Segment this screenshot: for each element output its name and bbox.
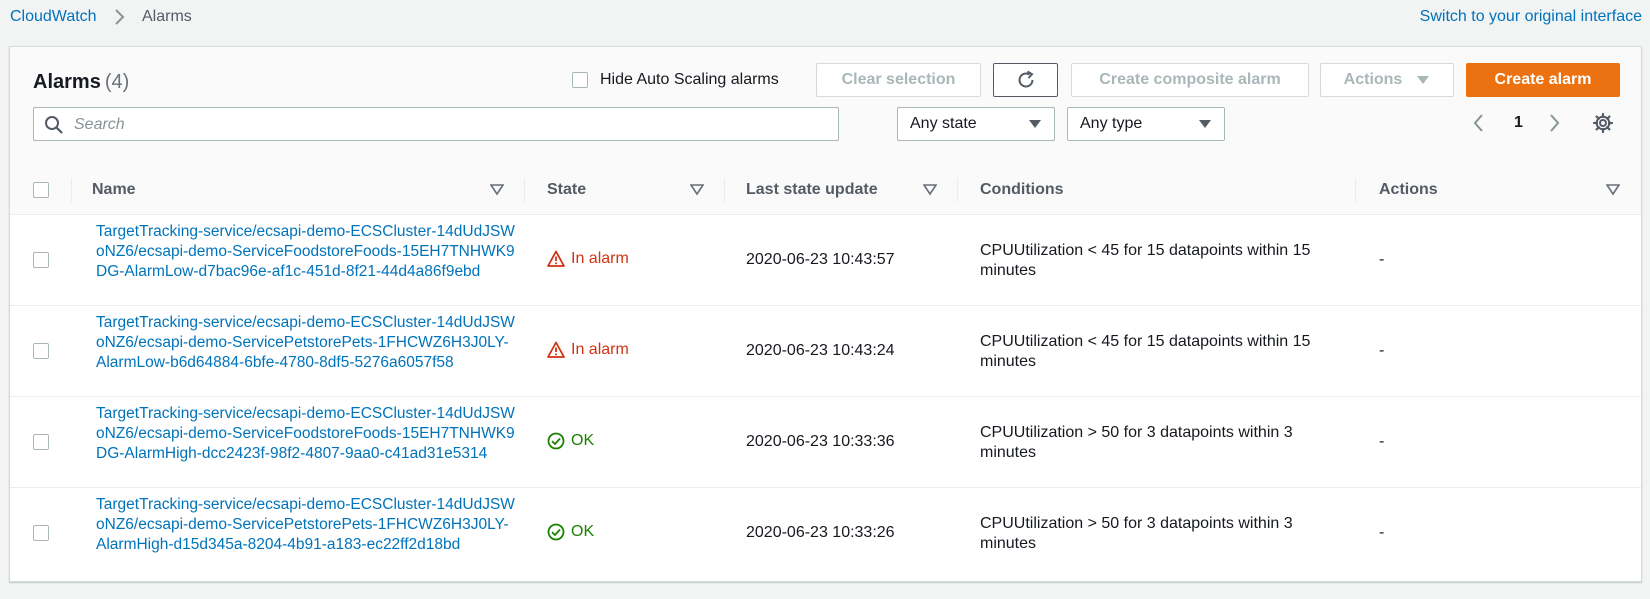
check-circle-icon	[547, 432, 565, 450]
conditions-cell: CPUUtilization > 50 for 3 datapoints wit…	[980, 424, 1293, 461]
state-cell: OK	[547, 432, 594, 450]
current-page[interactable]: 1	[1514, 114, 1523, 132]
sort-caret-icon[interactable]	[923, 184, 937, 196]
caret-down-icon	[1199, 120, 1211, 128]
alarm-name-link[interactable]: TargetTracking-service/ecsapi-demo-ECSCl…	[96, 404, 516, 464]
conditions-cell: CPUUtilization < 45 for 15 datapoints wi…	[980, 242, 1311, 279]
alarm-name-link[interactable]: TargetTracking-service/ecsapi-demo-ECSCl…	[96, 313, 516, 373]
hide-autoscaling-checkbox[interactable]	[572, 72, 588, 88]
actions-cell: -	[1379, 251, 1385, 268]
breadcrumb-current: Alarms	[142, 8, 192, 25]
column-header-actions[interactable]: Actions	[1379, 165, 1438, 215]
page-title: Alarms (4)	[33, 71, 129, 94]
table-row[interactable]: TargetTracking-service/ecsapi-demo-ECSCl…	[10, 488, 1641, 579]
column-header-conditions: Conditions	[980, 181, 1064, 198]
column-header-name[interactable]: Name	[92, 165, 136, 215]
breadcrumb-bar: CloudWatch Alarms Switch to your origina…	[0, 0, 1650, 40]
sort-caret-icon[interactable]	[690, 184, 704, 196]
refresh-button[interactable]	[993, 63, 1058, 97]
sort-caret-icon[interactable]	[490, 184, 504, 196]
search-input[interactable]	[72, 110, 816, 140]
panel-header: Alarms (4) Hide Auto Scaling alarms Clear…	[10, 47, 1641, 166]
create-composite-alarm-button[interactable]: Create composite alarm	[1071, 63, 1309, 97]
table-row[interactable]: TargetTracking-service/ecsapi-demo-ECSCl…	[10, 397, 1641, 488]
refresh-icon	[1018, 70, 1034, 88]
column-divider	[1355, 178, 1356, 202]
type-filter-value: Any type	[1080, 115, 1143, 132]
column-divider	[524, 178, 525, 202]
column-divider	[957, 178, 958, 202]
hide-autoscaling-toggle[interactable]: Hide Auto Scaling alarms	[572, 71, 779, 89]
table-row[interactable]: TargetTracking-service/ecsapi-demo-ECSCl…	[10, 215, 1641, 306]
row-checkbox[interactable]	[33, 343, 49, 359]
switch-interface-link[interactable]: Switch to your original interface	[1420, 8, 1642, 26]
state-label: In alarm	[571, 250, 629, 267]
breadcrumb-cloudwatch-link[interactable]: CloudWatch	[10, 8, 97, 26]
title-text: Alarms	[33, 71, 101, 93]
caret-down-icon	[1417, 76, 1430, 84]
last-update-cell: 2020-06-23 10:43:24	[746, 342, 895, 359]
sort-caret-icon[interactable]	[1606, 184, 1620, 196]
actions-dropdown-button[interactable]: Actions	[1320, 63, 1454, 97]
state-cell: OK	[547, 523, 594, 541]
warning-icon	[547, 250, 565, 267]
row-checkbox[interactable]	[33, 525, 49, 541]
last-update-cell: 2020-06-23 10:33:36	[746, 433, 895, 450]
column-divider	[724, 178, 725, 202]
column-divider	[71, 178, 72, 202]
state-cell: In alarm	[547, 341, 629, 359]
row-checkbox[interactable]	[33, 252, 49, 268]
caret-down-icon	[1029, 120, 1041, 128]
search-icon	[45, 116, 63, 134]
hide-autoscaling-label: Hide Auto Scaling alarms	[600, 71, 779, 88]
column-header-state[interactable]: State	[547, 165, 586, 215]
state-label: OK	[571, 523, 595, 540]
alarms-panel: Alarms (4) Hide Auto Scaling alarms Clear…	[9, 46, 1642, 582]
table-row[interactable]: TargetTracking-service/ecsapi-demo-ECSCl…	[10, 306, 1641, 397]
select-all-checkbox[interactable]	[33, 182, 49, 198]
chevron-right-icon	[115, 9, 125, 25]
warning-icon	[547, 341, 565, 358]
table-header: Name State Last state update Conditions …	[10, 165, 1641, 215]
clear-selection-button[interactable]: Clear selection	[816, 63, 981, 97]
gear-icon[interactable]	[1592, 112, 1614, 134]
actions-cell: -	[1379, 433, 1385, 450]
actions-label: Actions	[1343, 71, 1403, 88]
chevron-left-icon[interactable]	[1471, 112, 1487, 134]
check-circle-icon	[547, 523, 565, 541]
state-filter-select[interactable]: Any state	[897, 107, 1055, 141]
search-box[interactable]	[33, 107, 839, 141]
create-alarm-button[interactable]: Create alarm	[1466, 63, 1620, 97]
column-header-last-update[interactable]: Last state update	[746, 165, 878, 215]
conditions-cell: CPUUtilization > 50 for 3 datapoints wit…	[980, 515, 1293, 552]
row-checkbox[interactable]	[33, 434, 49, 450]
actions-cell: -	[1379, 342, 1385, 359]
alarm-count: (4)	[104, 71, 130, 93]
state-filter-value: Any state	[910, 115, 977, 132]
chevron-right-icon[interactable]	[1546, 112, 1562, 134]
conditions-cell: CPUUtilization < 45 for 15 datapoints wi…	[980, 333, 1311, 370]
state-cell: In alarm	[547, 250, 629, 268]
last-update-cell: 2020-06-23 10:33:26	[746, 524, 895, 541]
alarm-name-link[interactable]: TargetTracking-service/ecsapi-demo-ECSCl…	[96, 222, 516, 282]
state-label: OK	[571, 432, 595, 449]
type-filter-select[interactable]: Any type	[1067, 107, 1225, 141]
alarm-name-link[interactable]: TargetTracking-service/ecsapi-demo-ECSCl…	[96, 495, 516, 555]
state-label: In alarm	[571, 341, 629, 358]
last-update-cell: 2020-06-23 10:43:57	[746, 251, 895, 268]
actions-cell: -	[1379, 524, 1385, 541]
